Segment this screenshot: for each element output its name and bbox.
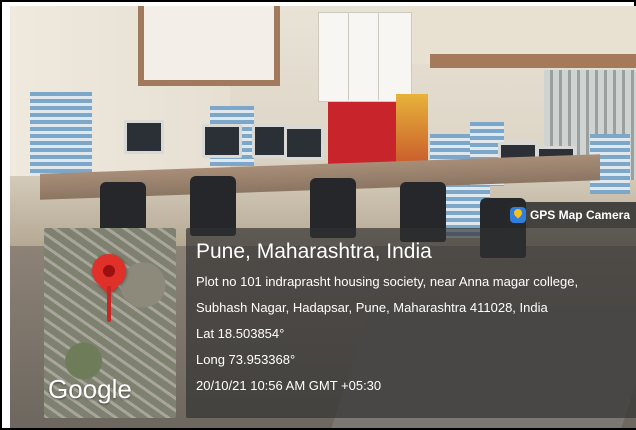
computer-monitor: [124, 120, 164, 154]
wall-cabinets: [318, 12, 412, 102]
address-line-1: Plot no 101 indraprasht housing society,…: [196, 274, 579, 289]
google-logo: Google: [48, 374, 132, 404]
image-frame: GPS Map Camera Google Pune, Maharashtra,…: [0, 0, 636, 430]
cabinet-divider: [378, 12, 379, 100]
latitude-text: Lat 18.503854°: [196, 326, 285, 341]
room-photo: GPS Map Camera Google Pune, Maharashtra,…: [10, 6, 636, 428]
longitude-text: Long 73.953368°: [196, 352, 296, 367]
computer-monitor: [202, 124, 242, 158]
gps-camera-badge: GPS Map Camera: [505, 202, 636, 228]
map-thumbnail: Google: [44, 228, 176, 418]
camera-badge-label: GPS Map Camera: [529, 208, 630, 222]
notice-board: [138, 6, 280, 86]
book-stack: [30, 92, 92, 176]
location-info-panel: Pune, Maharashtra, India Plot no 101 ind…: [186, 228, 636, 418]
location-pin-tail: [107, 286, 111, 322]
chair: [190, 176, 236, 236]
cabinet-divider: [348, 12, 349, 100]
timestamp-text: 20/10/21 10:56 AM GMT +05:30: [196, 378, 382, 393]
computer-monitor: [284, 126, 324, 160]
wood-trim: [430, 54, 636, 68]
location-title: Pune, Maharashtra, India: [196, 240, 432, 263]
gps-map-camera-icon: [509, 207, 526, 223]
address-line-2: Subhash Nagar, Hadapsar, Pune, Maharasht…: [196, 300, 548, 315]
